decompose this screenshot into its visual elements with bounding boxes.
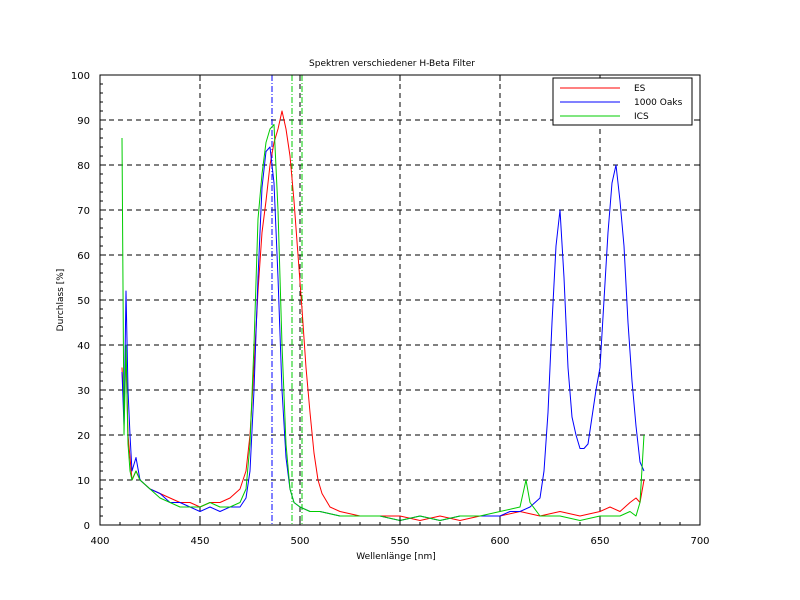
y-tick-label: 90 bbox=[77, 116, 90, 127]
legend-label: 1000 Oaks bbox=[634, 98, 683, 108]
y-tick-label: 30 bbox=[77, 386, 90, 397]
legend-label: ES bbox=[634, 84, 646, 94]
x-tick-label: 700 bbox=[690, 536, 709, 547]
y-tick-label: 100 bbox=[71, 71, 90, 82]
y-tick-label: 10 bbox=[77, 476, 90, 487]
x-tick-label: 500 bbox=[290, 536, 309, 547]
y-tick-label: 20 bbox=[77, 431, 90, 442]
x-tick-label: 600 bbox=[490, 536, 509, 547]
y-tick-label: 80 bbox=[77, 161, 90, 172]
y-axis-label: Durchlass [%] bbox=[56, 269, 66, 332]
y-tick-label: 50 bbox=[77, 296, 90, 307]
y-tick-label: 0 bbox=[84, 521, 90, 532]
x-tick-label: 650 bbox=[590, 536, 609, 547]
chart-title: Spektren verschiedener H-Beta Filter bbox=[309, 59, 475, 69]
x-tick-label: 450 bbox=[190, 536, 209, 547]
legend: ES 1000 Oaks ICS bbox=[552, 77, 693, 126]
y-tick-label: 60 bbox=[77, 251, 90, 262]
y-tick-label: 40 bbox=[77, 341, 90, 352]
y-tick-label: 70 bbox=[77, 206, 90, 217]
x-axis-label: Wellenlänge [nm] bbox=[356, 552, 435, 562]
x-tick-label: 550 bbox=[390, 536, 409, 547]
legend-label: ICS bbox=[634, 112, 649, 122]
chart: 400 450 500 550 600 650 700 0 10 20 30 40 50 60 70 80 90… bbox=[0, 0, 800, 600]
x-tick-label: 400 bbox=[90, 536, 109, 547]
